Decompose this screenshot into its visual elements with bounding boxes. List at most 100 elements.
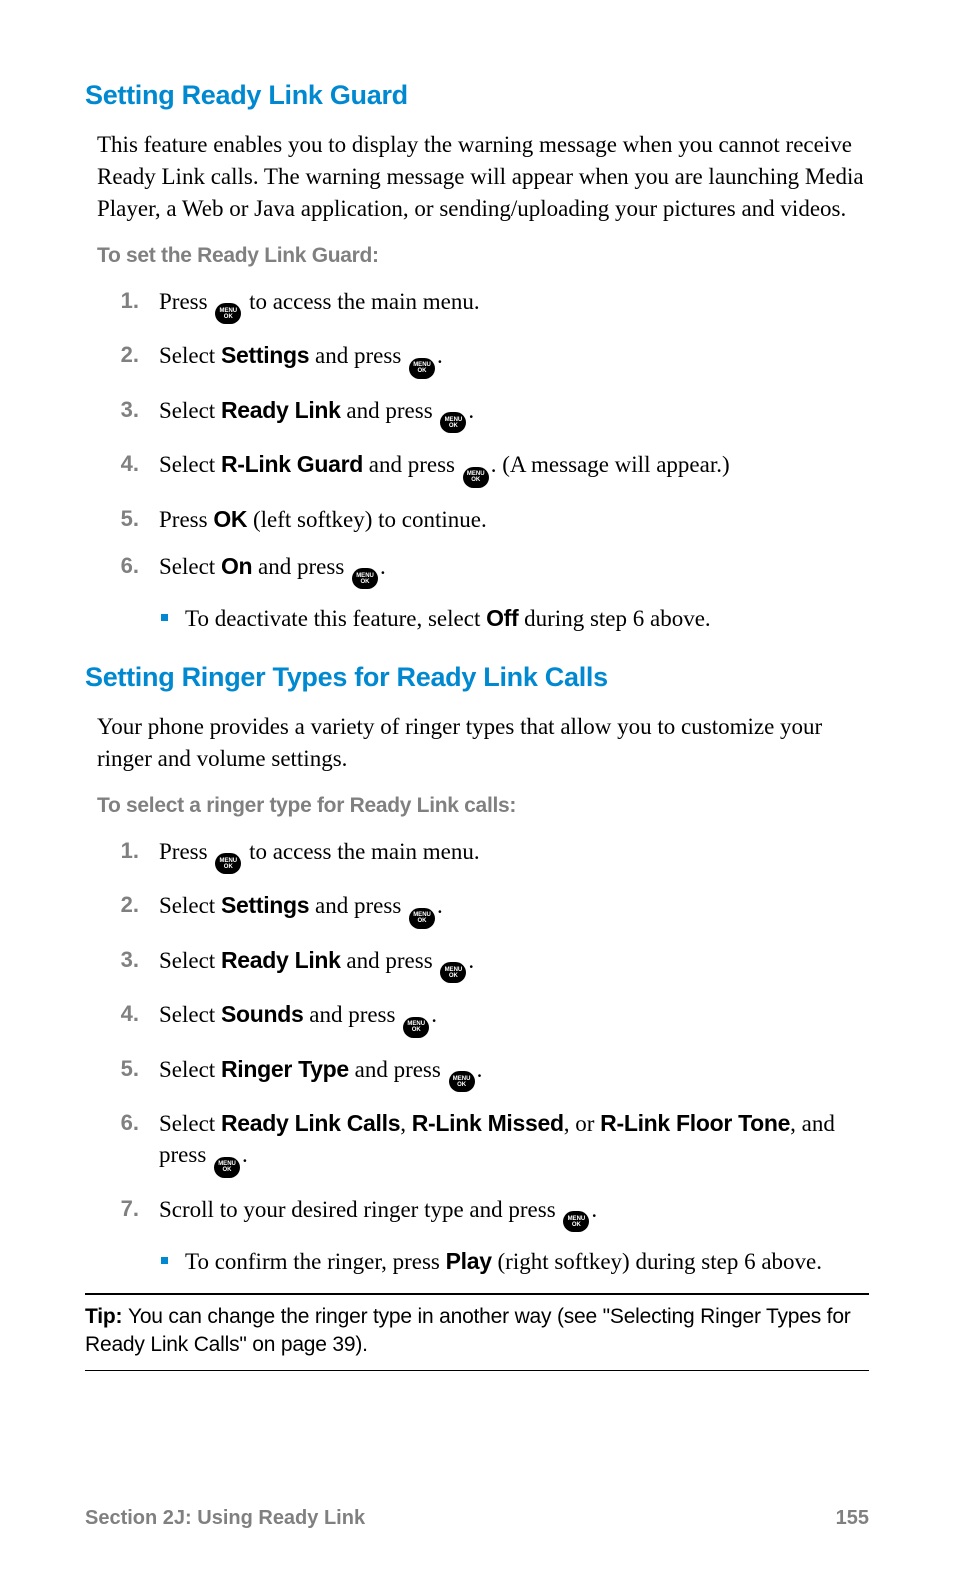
step: Press MENU OK to access the main menu. [97,286,869,325]
text: . [437,343,443,368]
text: Select [159,1057,221,1082]
intro-ringer: Your phone provides a variety of ringer … [97,711,869,775]
text: to access the main menu. [243,839,479,864]
icon-label: MENU OK [467,471,485,483]
step: Press OK (left softkey) to continue. [97,504,869,535]
tip-box: Tip: You can change the ringer type in a… [85,1293,869,1371]
text: Press [159,507,213,532]
text: . [437,893,443,918]
text: To deactivate this feature, select [185,606,486,631]
subhead-ringer: To select a ringer type for Ready Link c… [97,794,869,818]
tip-text: You can change the ringer type in anothe… [85,1305,851,1356]
text: Press [159,289,213,314]
menu-ok-icon: MENU OK [463,467,489,488]
menu-ok-icon: MENU OK [215,303,241,324]
bold: Ready Link [221,397,341,423]
text: , or [564,1111,600,1136]
menu-ok-icon: MENU OK [403,1017,429,1038]
bold: Ringer Type [221,1056,349,1082]
icon-label: MENU OK [413,362,431,374]
menu-ok-icon: MENU OK [440,962,466,983]
icon-label: MENU OK [453,1076,471,1088]
text: To confirm the ringer, press [185,1249,446,1274]
footer: Section 2J: Using Ready Link 155 [85,1507,869,1530]
text: Press [159,839,213,864]
text: and press [341,948,439,973]
step: Press MENU OK to access the main menu. [97,836,869,875]
sub-bullet: To deactivate this feature, select Off d… [159,603,869,634]
bold: On [221,553,252,579]
subhead-guard: To set the Ready Link Guard: [97,244,869,268]
text: (left softkey) to continue. [247,507,487,532]
text: Scroll to your desired ringer type and p… [159,1197,561,1222]
text: . [468,948,474,973]
bold: R-Link Floor Tone [600,1110,790,1136]
text: . [242,1142,248,1167]
bold: Sounds [221,1001,304,1027]
text: . [468,398,474,423]
menu-ok-icon: MENU OK [440,412,466,433]
bold: Settings [221,342,309,368]
step: Select Ready Link Calls, R-Link Missed, … [97,1108,869,1178]
bold: R-Link Missed [412,1110,564,1136]
step: Select Sounds and press MENU OK. [97,999,869,1038]
bold: R-Link Guard [221,451,363,477]
text: Select [159,948,221,973]
menu-ok-icon: MENU OK [563,1211,589,1232]
menu-ok-icon: MENU OK [449,1071,475,1092]
text: . [477,1057,483,1082]
text: and press [341,398,439,423]
text: during step 6 above. [518,606,710,631]
step: Select Settings and press MENU OK. [97,890,869,929]
icon-label: MENU OK [356,573,374,585]
icon-label: MENU OK [445,417,463,429]
icon-label: MENU OK [219,858,237,870]
text: and press [303,1002,401,1027]
text: Select [159,1111,221,1136]
footer-page: 155 [836,1507,869,1530]
sub-bullet: To confirm the ringer, press Play (right… [159,1246,869,1277]
text: (right softkey) during step 6 above. [492,1249,822,1274]
bold: Ready Link [221,947,341,973]
text: Select [159,398,221,423]
icon-label: MENU OK [219,308,237,320]
text: , [400,1111,412,1136]
text: Select [159,893,221,918]
text: and press [309,343,407,368]
intro-guard: This feature enables you to display the … [97,129,869,226]
menu-ok-icon: MENU OK [409,908,435,929]
steps-guard: Press MENU OK to access the main menu. S… [97,286,869,635]
bold: Settings [221,892,309,918]
text: Select [159,1002,221,1027]
step: Select On and press MENU OK. To deactiva… [97,551,869,635]
text: and press [349,1057,447,1082]
text: . (A message will appear.) [491,452,730,477]
heading-guard: Setting Ready Link Guard [85,80,869,111]
menu-ok-icon: MENU OK [215,853,241,874]
icon-label: MENU OK [218,1161,236,1173]
text: Select [159,452,221,477]
menu-ok-icon: MENU OK [409,358,435,379]
icon-label: MENU OK [568,1216,586,1228]
step: Select Settings and press MENU OK. [97,340,869,379]
text: Select [159,343,221,368]
icon-label: MENU OK [445,967,463,979]
bold: Ready Link Calls [221,1110,400,1136]
heading-ringer: Setting Ringer Types for Ready Link Call… [85,662,869,693]
text: . [591,1197,597,1222]
icon-label: MENU OK [413,912,431,924]
bold: Off [486,605,518,631]
step: Scroll to your desired ringer type and p… [97,1194,869,1278]
steps-ringer: Press MENU OK to access the main menu. S… [97,836,869,1278]
menu-ok-icon: MENU OK [214,1157,240,1178]
text: and press [309,893,407,918]
text: . [431,1002,437,1027]
step: Select Ready Link and press MENU OK. [97,945,869,984]
text: to access the main menu. [243,289,479,314]
icon-label: MENU OK [407,1021,425,1033]
step: Select R-Link Guard and press MENU OK. (… [97,449,869,488]
bold: OK [213,506,247,532]
text: . [380,554,386,579]
footer-section: Section 2J: Using Ready Link [85,1507,365,1530]
step: Select Ready Link and press MENU OK. [97,395,869,434]
